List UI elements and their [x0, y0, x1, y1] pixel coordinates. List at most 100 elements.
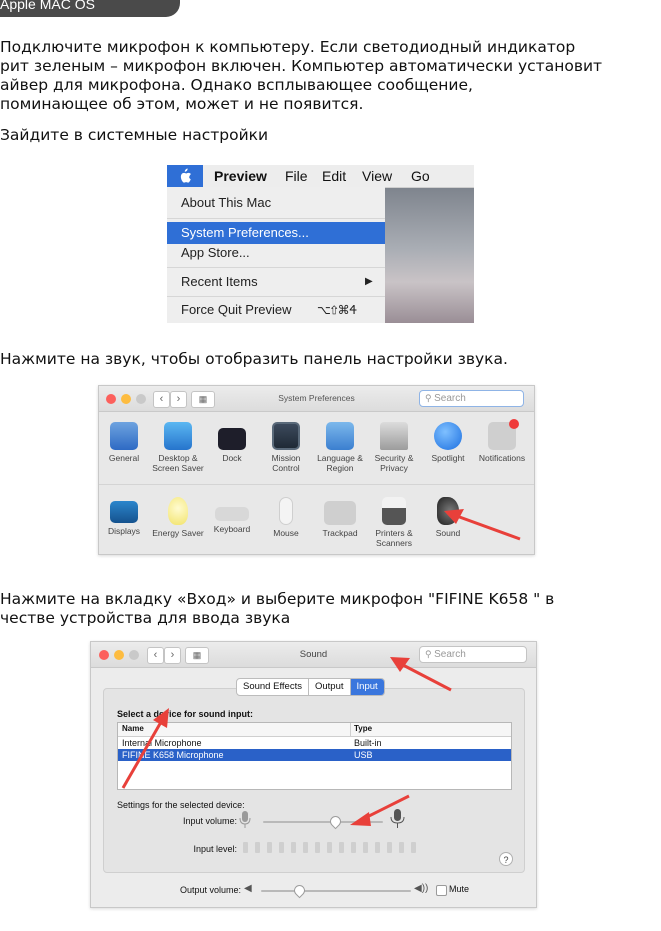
pref-mouse[interactable]: Mouse	[257, 497, 315, 539]
col-type: Type	[354, 724, 373, 733]
menu-app-store[interactable]: App Store...	[167, 242, 385, 264]
step1-text: Зайдите в системные настройки	[0, 126, 269, 144]
menu-system-preferences[interactable]: System Preferences...	[167, 222, 385, 244]
output-volume-knob[interactable]	[291, 882, 307, 899]
tab-input[interactable]: Input	[350, 679, 384, 695]
pref-energy-saver[interactable]: Energy Saver	[149, 497, 207, 539]
tab-sound-effects[interactable]: Sound Effects	[237, 679, 309, 695]
intro-line-1: Подключите микрофон к компьютеру. Если с…	[0, 38, 576, 56]
search-placeholder: Search	[434, 393, 466, 404]
submenu-arrow-icon: ▶	[365, 276, 373, 287]
pref-label: Language & Region	[317, 453, 363, 473]
menu-recent-items-label: Recent Items	[181, 274, 258, 289]
pref-label: Mission Control	[271, 453, 301, 473]
pref-trackpad[interactable]: Trackpad	[311, 497, 369, 539]
pref-mission-control[interactable]: Mission Control	[257, 422, 315, 473]
menu-view[interactable]: View	[362, 168, 392, 184]
sound-tabs: Sound Effects Output Input	[236, 678, 385, 696]
display-icon	[110, 501, 138, 523]
step3-line-1: Нажмите на вкладку «Вход» и выберите мик…	[0, 590, 555, 608]
intro-line-3: айвер для микрофона. Однако всплывающее …	[0, 76, 473, 94]
pref-label: Dock	[222, 453, 242, 463]
intro-line-2: рит зеленым – микрофон включен. Компьюте…	[0, 57, 603, 75]
desktop-icon	[164, 422, 192, 450]
menu-go[interactable]: Go	[411, 168, 430, 184]
pref-label: General	[108, 453, 140, 463]
pref-label: Spotlight	[431, 453, 465, 463]
menu-app-name[interactable]: Preview	[214, 168, 267, 184]
mouse-icon	[279, 497, 293, 525]
input-level-meter	[243, 842, 423, 854]
speaker-low-icon: ◀	[244, 883, 252, 894]
lightbulb-icon	[168, 497, 188, 525]
menu-about-this-mac[interactable]: About This Mac	[167, 192, 385, 214]
menu-shortcut: ⌥⇧⌘Ꮞ	[317, 303, 358, 317]
tab-output[interactable]: Output	[309, 679, 351, 695]
device-type: Built-in	[354, 738, 382, 748]
level-segment	[327, 842, 332, 853]
arrow-icon	[390, 657, 452, 692]
mission-control-icon	[272, 422, 300, 450]
language-icon	[326, 422, 354, 450]
menu-file[interactable]: File	[285, 168, 308, 184]
level-segment	[363, 842, 368, 853]
level-segment	[243, 842, 248, 853]
menu-bar: Preview File Edit View Go	[167, 165, 474, 188]
pref-printers[interactable]: Printers & Scanners	[365, 497, 423, 548]
menu-force-quit[interactable]: Force Quit Preview ⌥⇧⌘Ꮞ	[167, 299, 385, 321]
level-segment	[399, 842, 404, 853]
pref-label: Mouse	[273, 528, 299, 538]
help-button[interactable]: ?	[499, 852, 513, 866]
dock-icon	[218, 428, 246, 450]
pref-desktop[interactable]: Desktop & Screen Saver	[149, 422, 207, 473]
output-volume-slider[interactable]	[261, 882, 411, 899]
output-volume-label: Output volume:	[179, 885, 241, 895]
arrow-icon	[350, 794, 410, 826]
level-segment	[375, 842, 380, 853]
search-icon: ⚲	[425, 393, 435, 403]
level-segment	[255, 842, 260, 853]
pref-notifications[interactable]: Notifications	[473, 419, 531, 464]
level-segment	[279, 842, 284, 853]
level-segment	[315, 842, 320, 853]
house-icon	[380, 422, 408, 450]
pref-label: Energy Saver	[152, 528, 204, 538]
pref-security[interactable]: Security & Privacy	[365, 422, 423, 473]
pref-label: Keyboard	[213, 524, 251, 534]
general-icon	[110, 422, 138, 450]
pref-spotlight[interactable]: Spotlight	[419, 422, 477, 464]
printer-icon	[382, 497, 406, 525]
section-header: Apple MAC OS	[0, 0, 180, 17]
menu-force-quit-label: Force Quit Preview	[181, 302, 292, 317]
pref-language[interactable]: Language & Region	[311, 422, 369, 473]
menu-divider	[167, 218, 385, 219]
pref-general[interactable]: General	[95, 422, 153, 464]
level-segment	[291, 842, 296, 853]
syspref-titlebar: ‹ › ▦ System Preferences ⚲ Search	[99, 386, 534, 412]
menu-edit[interactable]: Edit	[322, 168, 346, 184]
apple-dropdown-menu: About This Mac System Preferences... App…	[167, 187, 385, 323]
apple-menu-screenshot: Preview File Edit View Go About This Mac…	[167, 165, 474, 323]
mute-label: Mute	[449, 884, 470, 894]
intro-line-4: поминающее об этом, может и не появится.	[0, 95, 364, 113]
pref-displays[interactable]: Displays	[95, 497, 153, 537]
mute-checkbox[interactable]	[436, 885, 447, 896]
column-divider	[350, 723, 351, 736]
menu-recent-items[interactable]: Recent Items ▶	[167, 271, 385, 293]
pref-keyboard[interactable]: Keyboard	[203, 497, 261, 535]
level-segment	[339, 842, 344, 853]
microphone-low-icon	[239, 811, 251, 828]
arrow-icon	[121, 708, 169, 789]
section-header-label: Apple MAC OS	[0, 0, 95, 12]
apple-logo-icon	[180, 168, 191, 183]
pref-label: Desktop & Screen Saver	[152, 453, 204, 473]
syspref-search-input[interactable]: ⚲ Search	[419, 390, 524, 407]
trackpad-icon	[324, 501, 356, 525]
level-segment	[387, 842, 392, 853]
level-segment	[351, 842, 356, 853]
pref-dock[interactable]: Dock	[203, 422, 261, 464]
speaker-high-icon: ◀))	[414, 883, 429, 894]
apple-menu-highlight[interactable]	[167, 165, 203, 187]
level-segment	[411, 842, 416, 853]
step3-line-2: честве устройства для ввода звука	[0, 609, 291, 627]
